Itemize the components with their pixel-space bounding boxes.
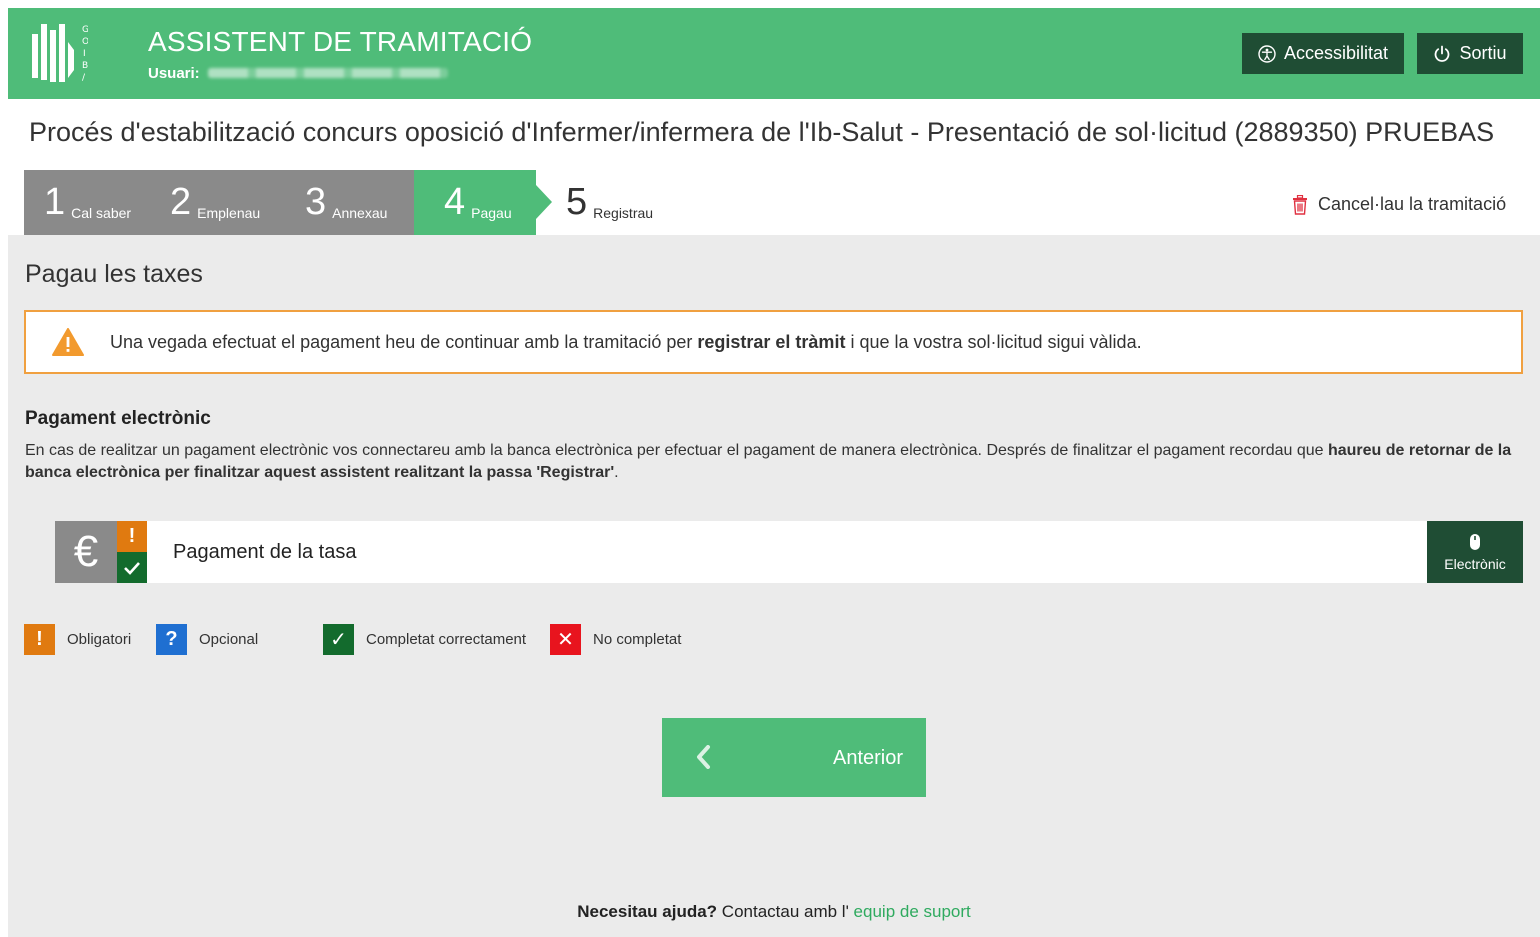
step-label: Cal saber [71, 205, 132, 221]
warning-icon [52, 328, 84, 356]
cancel-procedure-link[interactable]: Cancel·lau la tramitació [1292, 194, 1506, 215]
question-icon: ? [156, 624, 187, 655]
euro-icon: € [55, 521, 117, 583]
legend-item-completed: ✓ Completat correctament [323, 624, 526, 655]
payment-title: Pagament electrònic [25, 408, 211, 429]
previous-label: Anterior [833, 747, 904, 769]
check-icon: ✓ [323, 624, 354, 655]
user-label: Usuari: [148, 65, 200, 82]
step-number: 2 [170, 181, 192, 223]
mandatory-icon: ! [117, 521, 147, 552]
fee-row: € ! Pagament de la tasa Electrònic [55, 521, 1523, 583]
cross-icon: ✕ [550, 624, 581, 655]
page: G O I B / ASSISTENT DE TRAMITACIÓ Usuari… [8, 8, 1540, 937]
payment-description: En cas de realitzar un pagament electròn… [25, 440, 1515, 484]
payment-desc-normal: En cas de realitzar un pagament electròn… [25, 442, 1328, 459]
steps-bar: 1 Cal saber 2 Emplenau 3 Annexau 4 Pagau… [8, 170, 1540, 235]
svg-text:I: I [83, 49, 86, 59]
mandatory-icon: ! [24, 624, 55, 655]
app-header: G O I B / ASSISTENT DE TRAMITACIÓ Usuari… [8, 8, 1540, 99]
cancel-label: Cancel·lau la tramitació [1318, 194, 1507, 214]
legend-item-mandatory: ! Obligatori [24, 624, 131, 655]
step-registrau: 5 Registrau [566, 170, 653, 235]
fee-label: Pagament de la tasa [173, 541, 357, 563]
warning-text-end: i que la vostra sol·licitud sigui vàlida… [845, 331, 1142, 352]
step-label: Emplenau [197, 205, 261, 221]
step-label: Pagau [471, 205, 512, 221]
procedure-bar: Procés d'estabilització concurs oposició… [8, 99, 1540, 177]
warning-text-start: Una vegada efectuat el pagament heu de c… [110, 331, 698, 352]
exit-label: Sortiu [1459, 43, 1507, 63]
help-footer: Necesitau ajuda? Contactau amb l' equip … [8, 902, 1540, 922]
section-title: Pagau les taxes [25, 260, 203, 288]
legend-label: Obligatori [67, 631, 132, 648]
step-cal-saber[interactable]: 1 Cal saber [44, 170, 131, 235]
help-question: Necesitau ajuda? [577, 902, 718, 921]
help-text: Contactau amb l' [717, 902, 854, 921]
svg-text:B: B [82, 61, 88, 71]
support-team-link[interactable]: equip de suport [854, 902, 971, 921]
warning-text-bold: registrar el tràmit [697, 331, 846, 352]
step-number: 3 [305, 181, 327, 223]
active-step-arrow [536, 185, 552, 219]
trash-icon [1293, 194, 1307, 215]
warning-banner: Una vegada efectuat el pagament heu de c… [24, 310, 1523, 374]
legend-item-not-completed: ✕ No completat [550, 624, 681, 655]
chevron-left-icon [697, 745, 710, 769]
electronic-payment-button[interactable]: Electrònic [1427, 521, 1523, 583]
completed-check-icon [117, 552, 147, 583]
step-number: 5 [566, 181, 588, 223]
step-number: 4 [444, 181, 466, 223]
step-annexau[interactable]: 3 Annexau [305, 170, 387, 235]
electronic-label: Electrònic [1444, 555, 1506, 572]
accessibility-label: Accessibilitat [1283, 43, 1389, 63]
step-pagau: 4 Pagau [444, 170, 512, 235]
legend-label: No completat [593, 631, 682, 648]
goib-logo: G O I B / [32, 24, 88, 83]
exit-button[interactable]: Sortiu [1417, 33, 1523, 74]
mouse-icon [1470, 533, 1480, 550]
legend-label: Completat correctament [366, 631, 527, 648]
step-label: Registrau [593, 205, 654, 221]
svg-text:G: G [82, 25, 88, 35]
app-title: ASSISTENT DE TRAMITACIÓ [148, 26, 533, 57]
procedure-title: Procés d'estabilització concurs oposició… [29, 117, 1495, 147]
payment-desc-end: . [614, 464, 619, 481]
user-name-blurred [208, 68, 448, 78]
accessibility-button[interactable]: Accessibilitat [1242, 33, 1404, 74]
accessibility-icon [1258, 44, 1276, 63]
warning-text: Una vegada efectuat el pagament heu de c… [110, 332, 1142, 353]
step-label: Annexau [332, 205, 388, 221]
step-number: 1 [44, 181, 66, 223]
step-emplenau[interactable]: 2 Emplenau [170, 170, 260, 235]
power-icon [1435, 45, 1450, 62]
legend-label: Opcional [199, 631, 259, 648]
legend-item-optional: ? Opcional [156, 624, 258, 655]
previous-button[interactable]: Anterior [662, 718, 926, 797]
svg-text:O: O [82, 37, 88, 47]
svg-text:/: / [82, 73, 86, 83]
